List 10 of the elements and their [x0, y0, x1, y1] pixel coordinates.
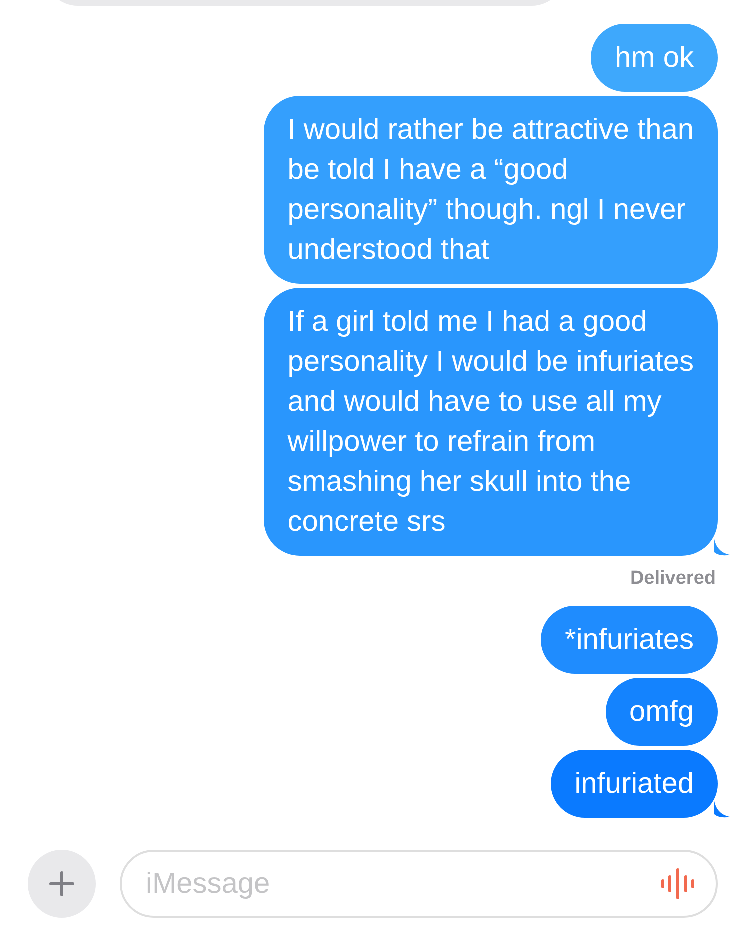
- audio-wave-icon: [660, 868, 696, 900]
- message-bubble: If a girl told me I had a good personality I would be infuriates and would have to use all my willpower to refrain from smashing her skull into the concrete srs: [264, 288, 718, 556]
- message-bubble: infuriated: [550, 750, 718, 818]
- delivery-status: Delivered: [630, 568, 716, 590]
- message-bubble: *infuriates: [541, 606, 718, 674]
- message-field[interactable]: iMessage: [120, 850, 718, 918]
- message-bubble: omfg: [606, 678, 718, 746]
- message-bubble: I would rather be attractive than be told I have a “good personality” though. ngl I never understood that: [264, 96, 718, 284]
- plus-icon: [49, 871, 75, 897]
- message-bubble: hm ok: [591, 24, 718, 92]
